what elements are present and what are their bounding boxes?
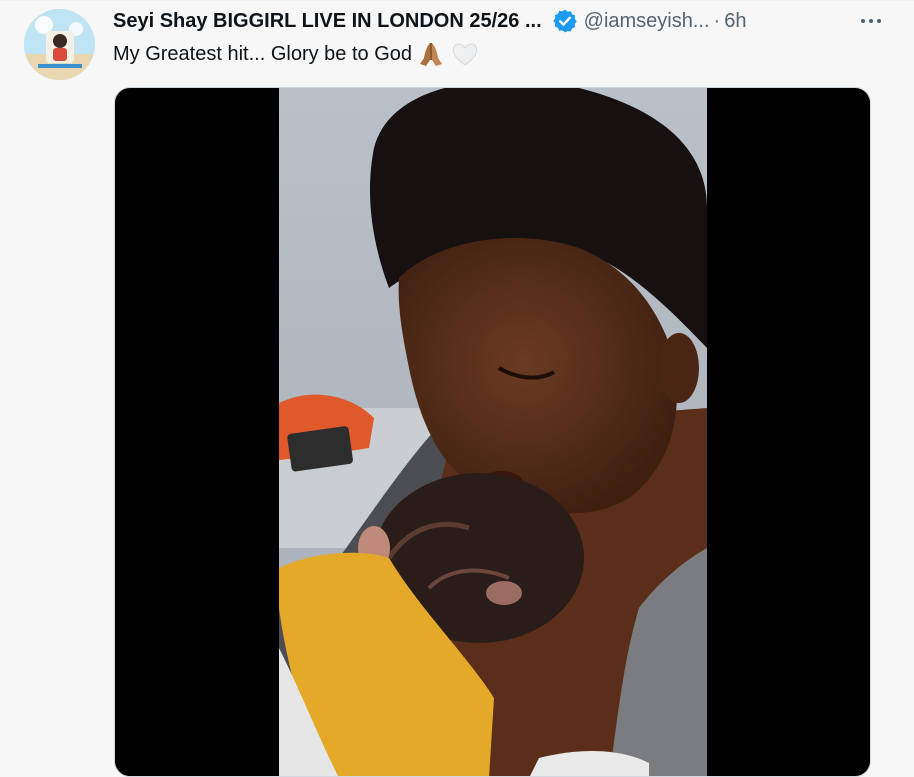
tweet-text-body: My Greatest hit... Glory be to God	[113, 43, 413, 65]
avatar[interactable]	[24, 9, 95, 80]
tweet-header: Seyi Shay BIGGIRL LIVE IN LONDON 25/26 .…	[113, 6, 894, 36]
verified-badge-icon	[552, 8, 578, 34]
tweet: Seyi Shay BIGGIRL LIVE IN LONDON 25/26 .…	[113, 6, 894, 68]
folded-hands-emoji	[416, 40, 446, 68]
white-heart-emoji	[450, 40, 480, 68]
display-name[interactable]: Seyi Shay BIGGIRL LIVE IN LONDON 25/26 .…	[113, 10, 542, 33]
tweet-video[interactable]	[114, 87, 871, 777]
divider	[0, 0, 914, 1]
timestamp[interactable]: 6h	[724, 10, 746, 33]
tweet-text: My Greatest hit... Glory be to God	[113, 40, 894, 68]
more-options-icon[interactable]	[854, 8, 888, 34]
separator: ·	[713, 9, 721, 32]
video-frame	[279, 88, 707, 776]
handle[interactable]: @iamseyish...	[584, 10, 710, 33]
